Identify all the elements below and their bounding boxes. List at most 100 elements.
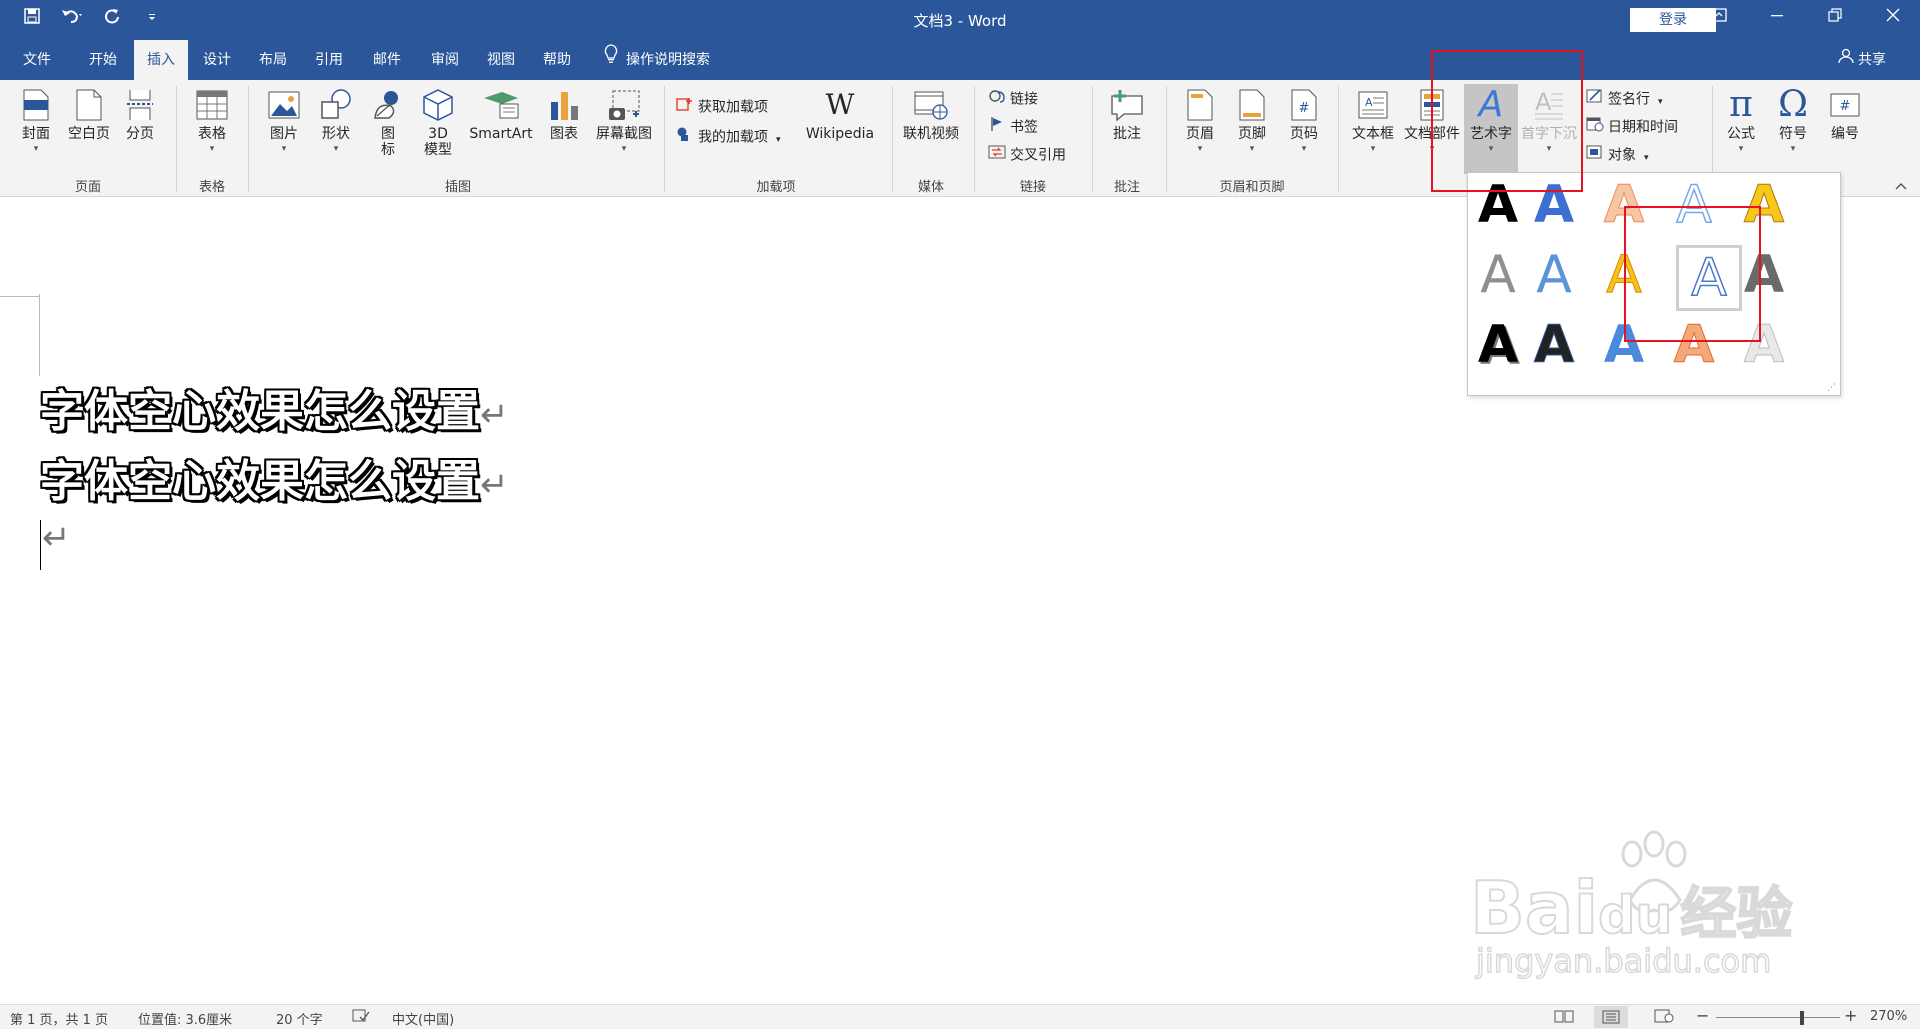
ribbon-separator <box>892 86 893 192</box>
icons-button[interactable]: 图标 <box>366 88 410 158</box>
cross-reference-button[interactable]: 交叉引用 <box>988 144 1066 166</box>
tab-home[interactable]: 开始 <box>74 40 132 80</box>
smartart-button[interactable]: SmartArt <box>466 88 536 142</box>
wordart-style-item[interactable]: A <box>1524 315 1584 376</box>
picture-icon <box>268 91 300 119</box>
table-button[interactable]: 表格 ▾ <box>188 88 236 154</box>
header-button[interactable]: 页眉 ▾ <box>1178 88 1222 154</box>
page-number-icon: # <box>1291 89 1317 121</box>
chart-button[interactable]: 图表 <box>542 88 586 142</box>
lightbulb-icon <box>604 40 618 80</box>
ribbon-separator <box>1166 86 1167 192</box>
link-button[interactable]: 链接 <box>988 88 1038 110</box>
position-value[interactable]: 位置值: 3.6厘米 <box>138 1009 232 1028</box>
tab-help[interactable]: 帮助 <box>530 40 584 80</box>
ribbon-display-icon[interactable] <box>1704 6 1734 27</box>
print-layout-icon[interactable] <box>1594 1006 1628 1028</box>
tell-me-search[interactable]: 操作说明搜索 <box>604 40 710 80</box>
group-tables-label: 表格 <box>198 180 225 195</box>
get-addins-button[interactable]: 获取加载项 <box>676 96 768 118</box>
equation-button[interactable]: π 公式 ▾ <box>1716 84 1766 155</box>
icons-icon <box>374 91 398 119</box>
page-count[interactable]: 第 1 页，共 1 页 <box>10 1009 108 1028</box>
chevron-down-icon[interactable]: ▾ <box>1658 97 1663 107</box>
margin-marker <box>0 296 40 297</box>
cover-page-button[interactable]: 封面 ▾ <box>14 88 58 154</box>
document-paragraph[interactable]: 字体空心效果怎么设置↵ <box>40 452 509 515</box>
share-label: 共享 <box>1858 52 1886 68</box>
proofing-icon[interactable] <box>352 1009 370 1027</box>
object-button[interactable]: 对象 ▾ <box>1586 144 1649 166</box>
page-break-button[interactable]: 分页 <box>118 88 162 142</box>
3d-model-button[interactable]: 3D模型 <box>416 88 460 158</box>
zoom-in-button[interactable]: + <box>1844 1006 1857 1025</box>
symbol-button[interactable]: Ω 符号 ▾ <box>1768 84 1818 155</box>
shapes-button[interactable]: 形状 ▾ <box>314 88 358 154</box>
zoom-level[interactable]: 270% <box>1870 1009 1907 1024</box>
film-icon <box>914 91 948 120</box>
cube-icon <box>423 89 453 121</box>
word-count[interactable]: 20 个字 <box>276 1009 323 1028</box>
wikipedia-icon: W <box>825 88 855 121</box>
document-paragraph[interactable]: 字体空心效果怎么设置↵ <box>40 382 509 445</box>
signature-line-button[interactable]: 签名行 ▾ <box>1586 88 1663 110</box>
pi-icon: π <box>1729 84 1753 125</box>
camera-icon <box>609 90 640 120</box>
group-pages-label: 页面 <box>74 180 101 195</box>
footer-icon <box>1239 89 1265 121</box>
number-button[interactable]: # 编号 <box>1820 88 1870 142</box>
blank-page-button[interactable]: 空白页 <box>64 88 114 142</box>
share-button[interactable]: 共享 <box>1838 40 1886 80</box>
paragraph-mark-icon: ↵ <box>480 465 509 505</box>
text-box-button[interactable]: A 文本框 ▾ <box>1348 88 1398 154</box>
my-addins-button[interactable]: 我的加载项 ▾ <box>676 126 781 148</box>
tab-view[interactable]: 视图 <box>474 40 528 80</box>
date-time-button[interactable]: 日期和时间 <box>1586 116 1678 138</box>
status-bar: 第 1 页，共 1 页 位置值: 3.6厘米 20 个字 中文(中国) − + … <box>0 1004 1920 1029</box>
flag-icon <box>988 116 1006 139</box>
zoom-out-button[interactable]: − <box>1696 1006 1709 1025</box>
wordart-style-item[interactable]: A <box>1468 245 1528 305</box>
minimize-icon[interactable] <box>1762 6 1792 27</box>
wikipedia-button[interactable]: W Wikipedia <box>800 88 880 142</box>
language[interactable]: 中文(中国) <box>392 1009 454 1028</box>
tell-me-label: 操作说明搜索 <box>626 52 710 68</box>
footer-button[interactable]: 页脚 ▾ <box>1230 88 1274 154</box>
omega-icon: Ω <box>1778 84 1808 125</box>
zoom-slider-thumb[interactable] <box>1800 1011 1804 1025</box>
tab-insert[interactable]: 插入 <box>134 40 188 80</box>
close-icon[interactable] <box>1878 6 1908 27</box>
chevron-down-icon[interactable]: ▾ <box>776 135 781 145</box>
bookmark-button[interactable]: 书签 <box>988 116 1038 138</box>
page-number-button[interactable]: # 页码 ▾ <box>1282 88 1326 154</box>
wordart-style-item[interactable]: A <box>1524 245 1584 305</box>
svg-text:#: # <box>1840 99 1851 114</box>
group-comments-label: 批注 <box>1113 180 1140 195</box>
resize-grip-icon[interactable]: ⋰ <box>1827 383 1836 393</box>
chevron-down-icon[interactable]: ▾ <box>1644 153 1649 163</box>
tab-review[interactable]: 审阅 <box>418 40 472 80</box>
tab-layout[interactable]: 布局 <box>246 40 300 80</box>
tab-design[interactable]: 设计 <box>190 40 244 80</box>
zoom-slider[interactable] <box>1716 1017 1840 1018</box>
group-media-label: 媒体 <box>917 180 944 195</box>
group-header-footer-label: 页眉和页脚 <box>1219 180 1285 195</box>
tab-file[interactable]: 文件 <box>8 40 66 80</box>
blank-page-icon <box>76 89 102 121</box>
restore-icon[interactable] <box>1820 6 1850 27</box>
signature-icon <box>1586 88 1604 111</box>
collapse-ribbon-icon[interactable] <box>1894 180 1908 194</box>
tab-mailings[interactable]: 邮件 <box>360 40 414 80</box>
picture-button[interactable]: 图片 ▾ <box>262 88 306 154</box>
web-layout-icon[interactable] <box>1654 1009 1674 1027</box>
tab-references[interactable]: 引用 <box>302 40 356 80</box>
ribbon-separator <box>1092 86 1093 192</box>
svg-text:#: # <box>1299 101 1310 116</box>
screenshot-button[interactable]: 屏幕截图 ▾ <box>590 88 658 154</box>
wordart-style-item[interactable]: A <box>1468 315 1528 375</box>
online-video-button[interactable]: 联机视频 <box>898 88 964 142</box>
ribbon-separator <box>664 86 665 192</box>
read-mode-icon[interactable] <box>1554 1009 1574 1027</box>
link-icon <box>988 88 1006 111</box>
comment-button[interactable]: 批注 <box>1104 88 1150 142</box>
